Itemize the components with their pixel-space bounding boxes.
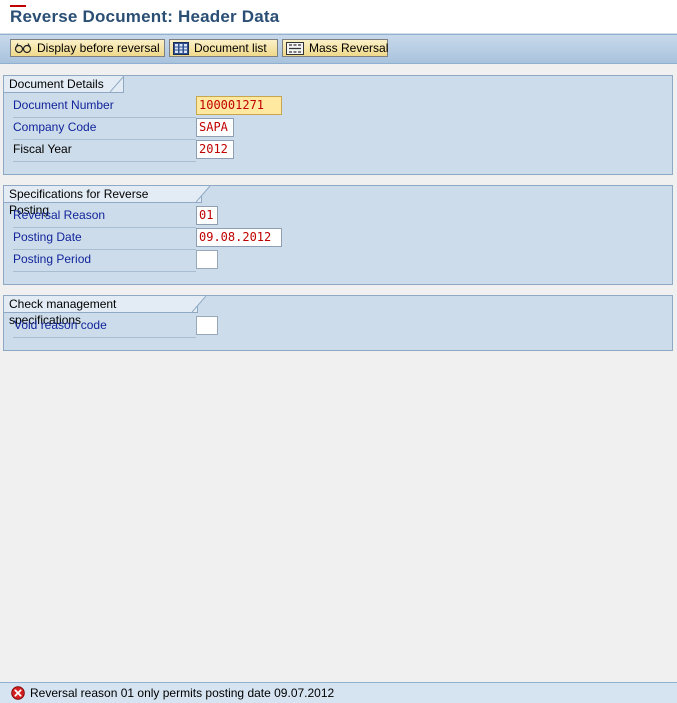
reverse-posting-title: Specifications for Reverse Posting <box>4 186 202 217</box>
status-bar[interactable]: Reversal reason 01 only permits posting … <box>0 682 677 703</box>
reversal-reason-field[interactable]: 01 <box>196 206 218 225</box>
reversal-reason-label: Reversal Reason <box>13 208 106 222</box>
glasses-icon <box>14 43 32 54</box>
void-reason-code-field[interactable] <box>196 316 218 335</box>
posting-period-row: Posting Period <box>13 250 196 272</box>
document-details-title: Document Details <box>4 76 124 93</box>
posting-date-field[interactable]: 09.08.2012 <box>196 228 282 247</box>
company-code-row: Company Code <box>13 118 196 140</box>
group-tab-edge <box>192 296 206 313</box>
document-details-group: Document Details Document Number 1000012… <box>3 75 673 175</box>
reverse-posting-group: Specifications for Reverse Posting Rever… <box>3 185 673 285</box>
document-list-button[interactable]: Document list <box>169 39 278 57</box>
fiscal-year-label: Fiscal Year <box>13 142 72 156</box>
display-before-reversal-button[interactable]: Display before reversal <box>10 39 165 57</box>
company-code-label: Company Code <box>13 120 97 134</box>
group-tab-edge <box>110 76 124 93</box>
reversal-reason-row: Reversal Reason <box>13 206 196 228</box>
posting-period-field[interactable] <box>196 250 218 269</box>
fiscal-year-row: Fiscal Year <box>13 140 196 162</box>
posting-period-label: Posting Period <box>13 252 92 266</box>
check-management-group: Check management specifications Void rea… <box>3 295 673 351</box>
mass-reversal-icon <box>286 41 304 55</box>
document-list-label: Document list <box>194 41 267 55</box>
check-management-title: Check management specifications <box>4 296 198 327</box>
group-tab-edge <box>196 186 210 203</box>
void-reason-code-label: Void reason code <box>14 318 107 332</box>
display-before-reversal-label: Display before reversal <box>37 41 160 55</box>
page-title: Reverse Document: Header Data <box>10 7 280 26</box>
status-message: Reversal reason 01 only permits posting … <box>30 686 335 700</box>
fiscal-year-field[interactable]: 2012 <box>196 140 234 159</box>
void-reason-code-row: Void reason code <box>13 316 196 338</box>
document-number-label: Document Number <box>13 98 114 112</box>
mass-reversal-button[interactable]: Mass Reversal <box>282 39 388 57</box>
application-toolbar: Display before reversal Document list Ma… <box>0 34 677 64</box>
posting-date-row: Posting Date <box>13 228 196 250</box>
title-bar: Reverse Document: Header Data <box>0 0 677 34</box>
mass-reversal-label: Mass Reversal <box>309 41 389 55</box>
document-list-icon <box>173 41 189 55</box>
company-code-field[interactable]: SAPA <box>196 118 234 137</box>
document-number-field[interactable]: 100001271 <box>196 96 282 115</box>
document-number-row: Document Number <box>13 96 196 118</box>
posting-date-label: Posting Date <box>13 230 82 244</box>
error-icon <box>11 686 25 700</box>
